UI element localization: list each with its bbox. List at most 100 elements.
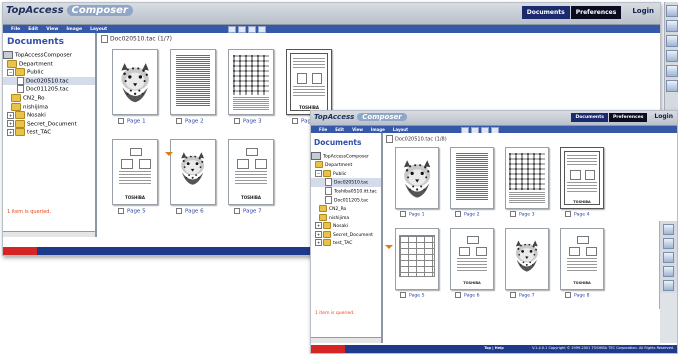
page-thumbnail[interactable] <box>505 147 549 209</box>
tool-print-icon[interactable] <box>663 252 674 263</box>
page-thumbnail[interactable] <box>112 49 158 115</box>
tree-item[interactable]: nishijima <box>311 213 381 223</box>
tree-item[interactable]: Department <box>3 59 95 69</box>
tool-folder-icon[interactable] <box>666 80 678 92</box>
expand-arrow-icon[interactable] <box>385 245 393 249</box>
expand-icon[interactable]: + <box>315 222 322 230</box>
page-thumbnail[interactable] <box>450 147 494 209</box>
tab-preferences[interactable]: Preferences <box>608 113 648 122</box>
page-select-checkbox[interactable] <box>400 211 406 217</box>
tree-scrollbar[interactable] <box>311 337 381 343</box>
tree-item[interactable]: + Nosaki <box>311 222 381 231</box>
tool-mail-icon[interactable] <box>666 65 678 77</box>
page-select-checkbox[interactable] <box>234 208 240 214</box>
tree-item[interactable]: CN2_Ro <box>3 94 95 103</box>
menu-edit[interactable]: Edit <box>28 27 38 32</box>
tool-scan-icon[interactable] <box>663 238 674 249</box>
tree-item[interactable]: Doc011205.tac <box>3 85 95 94</box>
menu-edit[interactable]: Edit <box>335 127 344 132</box>
page-select-checkbox[interactable] <box>234 118 240 124</box>
page-thumbnail[interactable]: TOSHIBA <box>450 228 494 290</box>
login-link[interactable]: Login <box>654 113 673 122</box>
tree-item[interactable]: − Public <box>311 169 381 179</box>
menu-layout[interactable]: Layout <box>90 27 107 32</box>
tool-fax-icon[interactable] <box>663 266 674 277</box>
tree-item[interactable]: − Public <box>3 68 95 77</box>
print-icon[interactable] <box>248 26 256 33</box>
tool-print-icon[interactable] <box>666 35 678 47</box>
collapse-icon[interactable]: − <box>315 169 322 177</box>
page-select-checkbox[interactable] <box>565 292 571 298</box>
tree-item[interactable]: + test_TAC <box>311 239 381 248</box>
tree-item[interactable]: Doc020510.tac <box>311 178 381 188</box>
tree-item[interactable]: + Secret_Document <box>3 119 95 129</box>
brand-name: TopAccess <box>314 113 355 121</box>
page-thumbnail[interactable] <box>170 139 216 205</box>
menu-image[interactable]: Image <box>66 27 82 32</box>
page-thumbnail[interactable]: TOSHIBA <box>286 49 332 115</box>
tab-documents[interactable]: Documents <box>521 6 570 19</box>
page-thumbnail[interactable] <box>170 49 216 115</box>
page-select-checkbox[interactable] <box>400 292 406 298</box>
tab-preferences[interactable]: Preferences <box>570 6 622 19</box>
rotate-icon[interactable] <box>238 26 246 33</box>
expand-icon[interactable]: + <box>7 120 14 128</box>
menu-view[interactable]: View <box>352 127 363 132</box>
tree-item[interactable]: + Secret_Document <box>311 230 381 240</box>
zoom-icon[interactable] <box>228 26 236 33</box>
page-thumbnail[interactable]: TOSHIBA <box>112 139 158 205</box>
tree-item[interactable]: Doc011205.tac <box>311 196 381 205</box>
tree-item[interactable]: + Nosaki <box>3 111 95 120</box>
expand-icon[interactable]: + <box>7 128 14 136</box>
tree-item[interactable]: Doc020510.tac <box>3 76 95 86</box>
side-scroll-area[interactable] <box>660 293 677 343</box>
tab-documents[interactable]: Documents <box>571 113 608 122</box>
expand-icon[interactable]: + <box>7 111 14 119</box>
menu-image[interactable]: Image <box>371 127 385 132</box>
page-select-checkbox[interactable] <box>118 208 124 214</box>
menu-view[interactable]: View <box>46 27 58 32</box>
menu-file[interactable]: File <box>319 127 327 132</box>
page-thumbnail[interactable]: TOSHIBA <box>228 139 274 205</box>
page-thumbnail[interactable]: TOSHIBA <box>560 147 604 209</box>
expand-icon[interactable]: + <box>315 230 322 238</box>
tree-item[interactable]: + test_TAC <box>3 128 95 137</box>
page-select-checkbox[interactable] <box>176 208 182 214</box>
page-select-checkbox[interactable] <box>455 292 461 298</box>
menu-file[interactable]: File <box>11 27 20 32</box>
page-thumbnail[interactable] <box>228 49 274 115</box>
tree-item[interactable]: TopAccessComposer <box>311 152 381 161</box>
folder-icon <box>319 205 327 213</box>
page-select-checkbox[interactable] <box>565 211 571 217</box>
tree-item[interactable]: nishijima <box>3 102 95 112</box>
tool-fax-icon[interactable] <box>666 50 678 62</box>
tool-help-icon[interactable] <box>666 5 678 17</box>
tool-help-icon[interactable] <box>663 224 674 235</box>
page-select-checkbox[interactable] <box>118 118 124 124</box>
collapse-icon[interactable]: − <box>7 68 14 76</box>
expand-icon[interactable]: + <box>315 239 322 247</box>
page-thumbnail[interactable]: TOSHIBA <box>560 228 604 290</box>
tree-item[interactable]: Department <box>311 161 381 170</box>
tree-item-label: Public <box>27 69 44 76</box>
page-select-checkbox[interactable] <box>176 118 182 124</box>
tree-item[interactable]: Toshiba0510.itt.tac <box>311 187 381 196</box>
fax-icon[interactable] <box>258 26 266 33</box>
login-link[interactable]: Login <box>632 7 654 19</box>
page-thumbnail[interactable] <box>395 147 439 209</box>
tree-item[interactable]: TopAccessComposer <box>3 51 95 60</box>
page-thumbnail[interactable] <box>505 228 549 290</box>
page-select-checkbox[interactable] <box>510 292 516 298</box>
tool-mail-icon[interactable] <box>663 280 674 291</box>
tree-item[interactable]: CN2_Ro <box>311 205 381 214</box>
expand-arrow-icon[interactable] <box>165 152 173 156</box>
page-select-checkbox[interactable] <box>510 211 516 217</box>
page-select-checkbox[interactable] <box>292 118 298 124</box>
tool-scan-icon[interactable] <box>666 20 678 32</box>
page-thumbnail[interactable] <box>395 228 439 290</box>
tree-scrollbar[interactable] <box>3 231 95 237</box>
page-select-checkbox[interactable] <box>455 211 461 217</box>
page-caption: Page 3 <box>234 118 262 125</box>
menu-layout[interactable]: Layout <box>393 127 408 132</box>
tree-item-label: Doc011205.tac <box>334 198 369 204</box>
